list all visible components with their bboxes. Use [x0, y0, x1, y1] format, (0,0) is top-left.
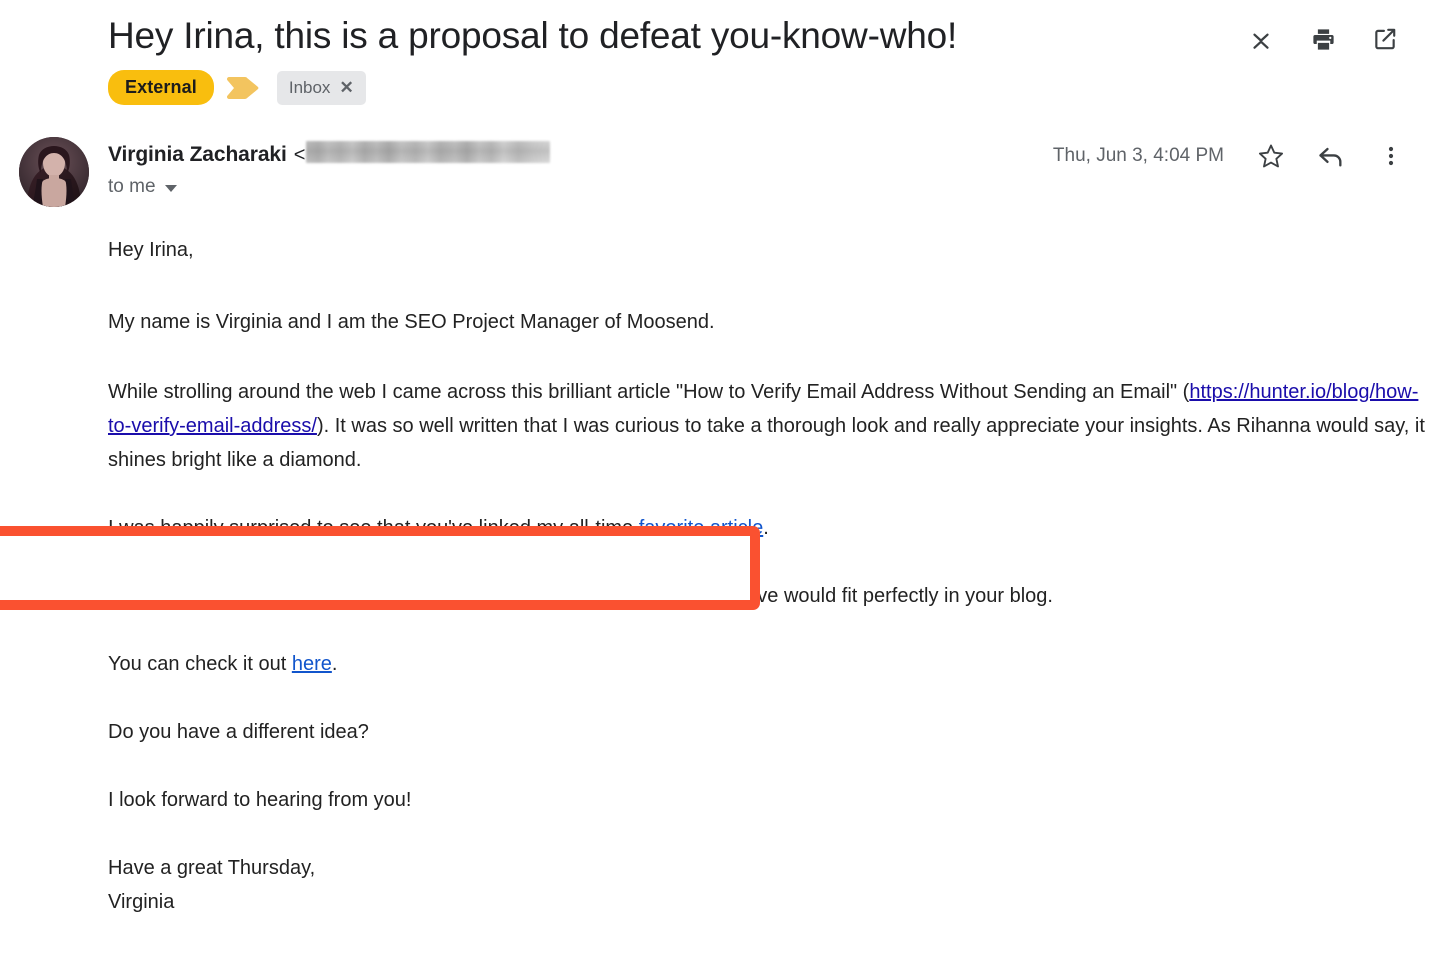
paragraph-forward: I look forward to hearing from you! [108, 789, 412, 811]
favorite-article-link[interactable]: favorite article [639, 517, 764, 539]
paragraph-article-part1: While strolling around the web I came ac… [108, 381, 1190, 403]
reply-icon[interactable] [1316, 141, 1346, 171]
collapse-icon[interactable] [1246, 24, 1276, 54]
sender-name: Virginia Zacharaki [108, 143, 287, 166]
sender-identity: Virginia Zacharaki < [108, 139, 1053, 167]
paragraph-greeting: Hey Irina, [108, 239, 194, 261]
email-header: Hey Irina, this is a proposal to defeat … [0, 0, 1434, 105]
label-chip-inbox[interactable]: Inbox ✕ [276, 70, 366, 105]
close-icon[interactable]: ✕ [339, 79, 353, 96]
page-title: Hey Irina, this is a proposal to defeat … [108, 15, 958, 56]
status-badge-external: External [108, 70, 214, 105]
paragraph-check: You can check it out here. [108, 647, 1428, 681]
sender-row: Virginia Zacharaki < to me Thu, Jun 3, 4… [0, 105, 1434, 207]
paragraph-idea: Do you have a different idea? [108, 721, 369, 743]
paragraph-linked: I was happily surprised to see that you'… [108, 511, 1428, 545]
star-icon[interactable] [1256, 141, 1286, 171]
paragraph-team: My team has also produced an in-depth an… [108, 585, 1053, 607]
avatar-wrap [0, 135, 108, 207]
sender-bracket: < [293, 144, 306, 166]
badge-arrow-icon [226, 73, 263, 103]
avatar[interactable] [19, 137, 89, 207]
paragraph-signoff: Have a great Thursday, [108, 857, 316, 879]
paragraph-signature: Virginia [108, 891, 175, 913]
chevron-down-icon[interactable] [164, 184, 177, 192]
more-options-icon[interactable] [1376, 141, 1406, 171]
paragraph-check-part2: . [331, 653, 338, 675]
sender-info: Virginia Zacharaki < to me [108, 135, 1053, 198]
paragraph-highlighted: My name is Virginia and I am the SEO Pro… [108, 311, 715, 333]
badge-row: External Inbox ✕ [0, 60, 1434, 105]
timestamp: Thu, Jun 3, 4:04 PM [1052, 145, 1224, 166]
paragraph-article: While strolling around the web I came ac… [108, 375, 1428, 477]
paragraph-check-part1: You can check it out [108, 653, 292, 675]
recipients-toggle[interactable]: to me [108, 176, 177, 198]
open-in-new-window-icon[interactable] [1370, 24, 1400, 54]
message-actions: Thu, Jun 3, 4:04 PM [1053, 135, 1406, 171]
here-link[interactable]: here [292, 653, 332, 675]
message-body: Hey Irina, My name is Virginia and I am … [0, 233, 1434, 919]
sender-email-redacted [306, 141, 551, 163]
paragraph-linked-part1: I was happily surprised to see that you'… [108, 517, 639, 539]
header-actions [1246, 12, 1406, 54]
subject-row: Hey Irina, this is a proposal to defeat … [0, 0, 1434, 60]
chip-inbox-label: Inbox [288, 77, 331, 97]
print-icon[interactable] [1308, 24, 1338, 54]
recipients-label: to me [108, 176, 156, 197]
paragraph-linked-part2: . [763, 517, 769, 539]
